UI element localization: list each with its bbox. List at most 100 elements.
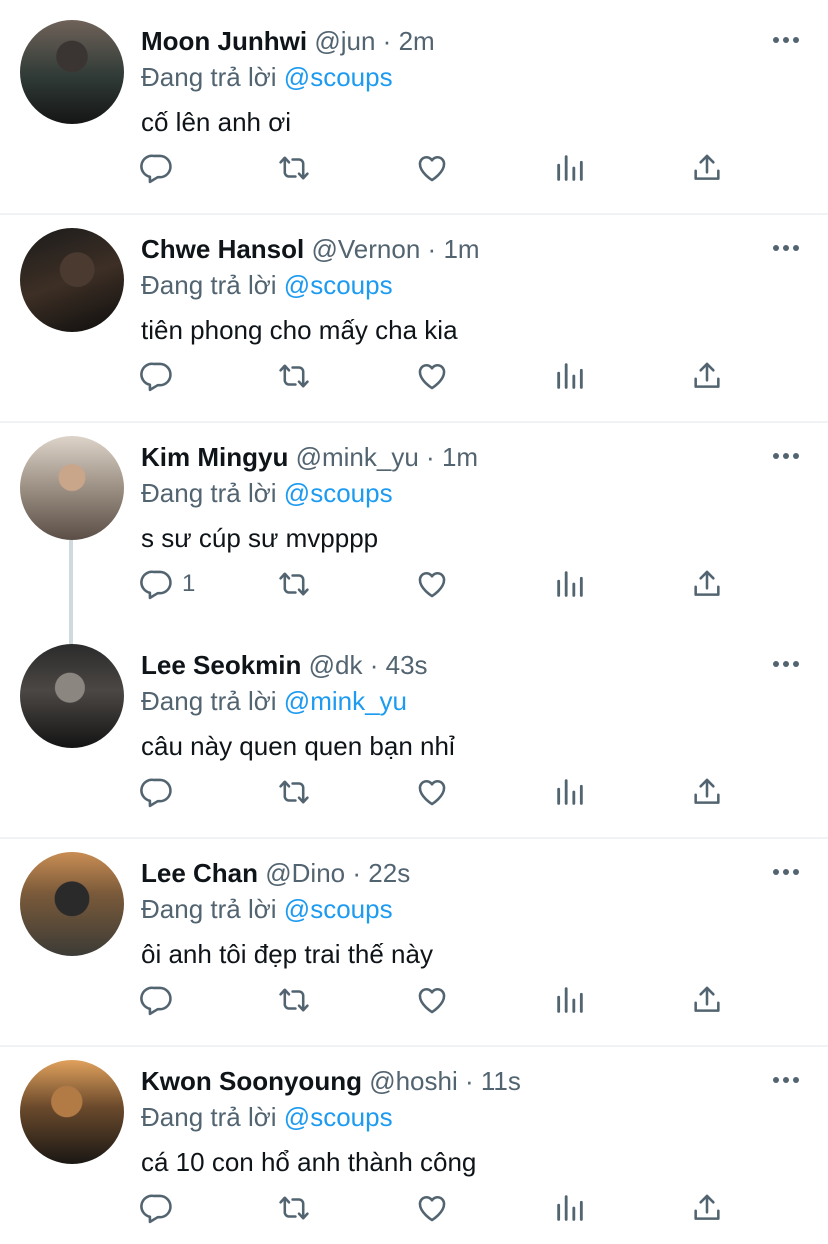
retweet-button[interactable] bbox=[277, 772, 311, 812]
retweet-button[interactable] bbox=[277, 1188, 311, 1228]
like-button[interactable] bbox=[415, 356, 449, 396]
reply-button[interactable] bbox=[140, 1188, 182, 1228]
reply-button[interactable]: 1 bbox=[140, 564, 195, 604]
retweet-button[interactable] bbox=[277, 148, 311, 188]
reply-icon bbox=[140, 567, 174, 601]
mention-link[interactable]: @scoups bbox=[284, 62, 393, 92]
reply-button[interactable] bbox=[140, 356, 182, 396]
heart-icon bbox=[415, 151, 449, 185]
timestamp[interactable]: 11s bbox=[481, 1066, 521, 1096]
retweet-button[interactable] bbox=[277, 356, 311, 396]
reply-button[interactable] bbox=[140, 772, 182, 812]
share-icon bbox=[690, 775, 724, 809]
author-handle[interactable]: @jun bbox=[314, 26, 375, 56]
share-button[interactable] bbox=[690, 148, 724, 188]
more-options-icon[interactable] bbox=[770, 444, 802, 468]
more-options-icon[interactable] bbox=[770, 1068, 802, 1092]
analytics-button[interactable] bbox=[553, 772, 587, 812]
more-options-icon[interactable] bbox=[770, 860, 802, 884]
tweet-text: ôi anh tôi đẹp trai thế này bbox=[141, 939, 433, 969]
bar-chart-icon bbox=[553, 775, 587, 809]
share-button[interactable] bbox=[690, 980, 724, 1020]
author-name[interactable]: Moon Junhwi bbox=[141, 26, 307, 56]
heart-icon bbox=[415, 983, 449, 1017]
author-name[interactable]: Lee Chan bbox=[141, 858, 258, 888]
author-handle[interactable]: @mink_yu bbox=[296, 442, 419, 472]
tweet-text: tiên phong cho mấy cha kia bbox=[141, 315, 458, 345]
mention-link[interactable]: @scoups bbox=[284, 270, 393, 300]
more-options-icon[interactable] bbox=[770, 652, 802, 676]
avatar[interactable] bbox=[20, 436, 124, 540]
reply-count: 1 bbox=[182, 570, 196, 597]
tweet-text: câu này quen quen bạn nhỉ bbox=[141, 731, 455, 761]
reply-button[interactable] bbox=[140, 148, 182, 188]
tweet-item[interactable]: Lee Seokmin @dk · 43s Đang trả lời @mink… bbox=[0, 624, 828, 838]
reply-prefix: Đang trả lời bbox=[141, 1102, 277, 1132]
author-name[interactable]: Lee Seokmin bbox=[141, 650, 301, 680]
share-icon bbox=[690, 359, 724, 393]
avatar[interactable] bbox=[20, 228, 124, 332]
avatar[interactable] bbox=[20, 1060, 124, 1164]
share-button[interactable] bbox=[690, 564, 724, 604]
bar-chart-icon bbox=[553, 983, 587, 1017]
avatar[interactable] bbox=[20, 644, 124, 748]
mention-link[interactable]: @scoups bbox=[284, 1102, 393, 1132]
timestamp[interactable]: 1m bbox=[442, 442, 478, 472]
tweet-item[interactable]: Kwon Soonyoung @hoshi · 11s Đang trả lời… bbox=[0, 1040, 828, 1244]
analytics-button[interactable] bbox=[553, 980, 587, 1020]
retweet-icon bbox=[277, 1191, 311, 1225]
avatar[interactable] bbox=[20, 20, 124, 124]
like-button[interactable] bbox=[415, 148, 449, 188]
share-button[interactable] bbox=[690, 356, 724, 396]
tweet-item[interactable]: Kim Mingyu @mink_yu · 1m Đang trả lời @s… bbox=[0, 416, 828, 626]
author-handle[interactable]: @Dino bbox=[265, 858, 345, 888]
more-options-icon[interactable] bbox=[770, 28, 802, 52]
share-icon bbox=[690, 1191, 724, 1225]
author-name[interactable]: Kim Mingyu bbox=[141, 442, 288, 472]
like-button[interactable] bbox=[415, 980, 449, 1020]
like-button[interactable] bbox=[415, 772, 449, 812]
mention-link[interactable]: @mink_yu bbox=[284, 686, 407, 716]
share-icon bbox=[690, 567, 724, 601]
timestamp[interactable]: 1m bbox=[443, 234, 479, 264]
share-icon bbox=[690, 151, 724, 185]
separator-dot: · bbox=[426, 442, 435, 472]
like-button[interactable] bbox=[415, 1188, 449, 1228]
reply-icon bbox=[140, 359, 174, 393]
reply-prefix: Đang trả lời bbox=[141, 62, 277, 92]
reply-prefix: Đang trả lời bbox=[141, 478, 277, 508]
bar-chart-icon bbox=[553, 1191, 587, 1225]
reply-context: Đang trả lời @mink_yu bbox=[141, 686, 407, 716]
reply-button[interactable] bbox=[140, 980, 182, 1020]
tweet-item[interactable]: Moon Junhwi @jun · 2m Đang trả lời @scou… bbox=[0, 0, 828, 214]
more-options-icon[interactable] bbox=[770, 236, 802, 260]
analytics-button[interactable] bbox=[553, 356, 587, 396]
analytics-button[interactable] bbox=[553, 564, 587, 604]
author-handle[interactable]: @dk bbox=[309, 650, 363, 680]
separator-dot: · bbox=[352, 858, 362, 888]
retweet-icon bbox=[277, 775, 311, 809]
like-button[interactable] bbox=[415, 564, 449, 604]
retweet-button[interactable] bbox=[277, 564, 311, 604]
author-name[interactable]: Kwon Soonyoung bbox=[141, 1066, 362, 1096]
timestamp[interactable]: 22s bbox=[368, 858, 410, 888]
timestamp[interactable]: 43s bbox=[386, 650, 428, 680]
mention-link[interactable]: @scoups bbox=[284, 894, 393, 924]
tweet-item[interactable]: Lee Chan @Dino · 22s Đang trả lời @scoup… bbox=[0, 832, 828, 1046]
analytics-button[interactable] bbox=[553, 1188, 587, 1228]
bar-chart-icon bbox=[553, 151, 587, 185]
retweet-button[interactable] bbox=[277, 980, 311, 1020]
avatar[interactable] bbox=[20, 852, 124, 956]
share-button[interactable] bbox=[690, 772, 724, 812]
reply-icon bbox=[140, 983, 174, 1017]
reply-prefix: Đang trả lời bbox=[141, 894, 277, 924]
reply-icon bbox=[140, 151, 174, 185]
share-button[interactable] bbox=[690, 1188, 724, 1228]
analytics-button[interactable] bbox=[553, 148, 587, 188]
author-handle[interactable]: @Vernon bbox=[311, 234, 420, 264]
timestamp[interactable]: 2m bbox=[399, 26, 435, 56]
author-handle[interactable]: @hoshi bbox=[369, 1066, 458, 1096]
tweet-item[interactable]: Chwe Hansol @Vernon · 1m Đang trả lời @s… bbox=[0, 208, 828, 422]
mention-link[interactable]: @scoups bbox=[284, 478, 393, 508]
author-name[interactable]: Chwe Hansol bbox=[141, 234, 304, 264]
